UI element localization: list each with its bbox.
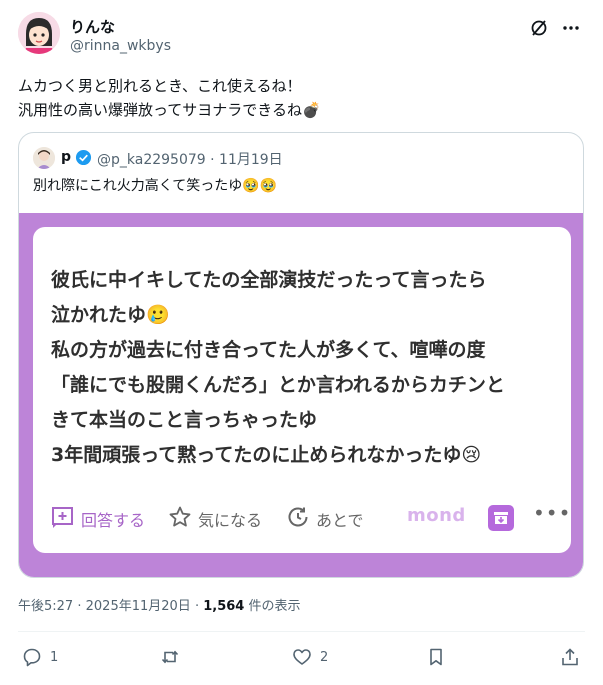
author-avatar[interactable] — [18, 12, 60, 54]
quote-author-name[interactable]: p — [61, 149, 71, 165]
author-name[interactable]: りんな — [70, 16, 115, 37]
answer-icon — [52, 507, 73, 528]
grok-icon[interactable] — [529, 18, 549, 38]
mond-more-icon: ••• — [533, 501, 572, 525]
repost-icon — [161, 650, 179, 664]
mond-interested-button: 気になる — [168, 505, 278, 530]
quoted-tweet[interactable]: p @p_ka2295079 · 11月19日 別れ際にこれ火力高くて笑ったゆ🥹… — [18, 132, 584, 578]
mond-box-icon — [488, 505, 514, 531]
mond-answer-button: 回答する — [51, 505, 161, 530]
mond-later-label: あとで — [316, 511, 364, 530]
tweet-header: りんな @rinna_wkbys — [18, 12, 585, 60]
author-handle[interactable]: @rinna_wkbys — [70, 38, 171, 54]
quote-separator: · — [210, 152, 215, 168]
views-count: 1,564 — [203, 599, 245, 614]
reply-button[interactable]: 1 — [22, 645, 72, 671]
mond-logo: mond — [407, 505, 466, 526]
quote-date[interactable]: 11月19日 — [219, 152, 283, 168]
reply-icon — [23, 648, 41, 667]
bookmark-icon — [430, 648, 442, 666]
like-icon — [293, 649, 311, 665]
mond-answer-label: 回答する — [81, 511, 146, 530]
tweet-actions: 1 2 — [18, 645, 585, 671]
mond-line: 泣かれたゆ🥲 — [51, 304, 170, 326]
mond-card: 彼氏に中イキしてたの全部演技だったって言ったら 泣かれたゆ🥲 私の方が過去に付き… — [33, 227, 571, 553]
quote-media-image[interactable]: 彼氏に中イキしてたの全部演技だったって言ったら 泣かれたゆ🥲 私の方が過去に付き… — [19, 213, 583, 577]
reply-count: 1 — [50, 650, 59, 665]
divider — [18, 631, 585, 632]
quote-avatar[interactable] — [33, 147, 55, 169]
tweet-time[interactable]: 午後5:27 — [18, 599, 73, 614]
bookmark-button[interactable] — [426, 645, 456, 671]
quote-handle-line: @p_ka2295079 · 11月19日 — [97, 149, 283, 169]
like-count: 2 — [320, 650, 329, 665]
meta-separator: · — [194, 599, 200, 614]
tweet-line: ムカつく男と別れるとき、これ使えるね！ — [18, 77, 302, 95]
mond-action-bar: 回答する 気になる あとで mond ••• — [51, 501, 570, 531]
share-icon — [562, 648, 578, 666]
meta-separator: · — [77, 599, 82, 614]
mond-question-text: 彼氏に中イキしてたの全部演技だったって言ったら 泣かれたゆ🥲 私の方が過去に付き… — [51, 263, 505, 473]
views-label: 件の表示 — [248, 599, 301, 614]
tweet-meta: 午後5:27 · 2025年11月20日 · 1,564 件の表示 — [18, 595, 301, 614]
quote-handle[interactable]: @p_ka2295079 — [97, 152, 206, 168]
tweet-date[interactable]: 2025年11月20日 — [86, 599, 191, 614]
share-button[interactable] — [560, 645, 590, 671]
mond-line: 3年間頑張って黙ってたのに止められなかったゆ😢 — [51, 444, 482, 466]
mond-line: きて本当のこと言っちゃったゆ — [51, 409, 318, 431]
verified-icon — [75, 149, 92, 166]
mond-line: 私の方が過去に付き合ってた人が多くて、喧嘩の度 — [51, 339, 486, 361]
more-icon[interactable] — [561, 18, 581, 38]
clock-icon — [288, 507, 308, 527]
like-button[interactable]: 2 — [292, 645, 342, 671]
tweet-line: 汎用性の高い爆弾放ってサヨナラできるね💣 — [18, 101, 321, 119]
mond-interested-label: 気になる — [198, 511, 263, 530]
star-icon — [169, 506, 191, 527]
quote-text: 別れ際にこれ火力高くて笑ったゆ🥹🥹 — [33, 178, 278, 194]
tweet-body: ムカつく男と別れるとき、これ使えるね！ 汎用性の高い爆弾放ってサヨナラできるね💣 — [18, 74, 585, 122]
mond-later-button: あとで — [286, 505, 396, 530]
repost-button[interactable] — [160, 645, 210, 671]
mond-line: 彼氏に中イキしてたの全部演技だったって言ったら — [51, 269, 487, 291]
mond-line: 「誰にでも股開くんだろ」とか言われるからカチンと — [51, 374, 505, 396]
